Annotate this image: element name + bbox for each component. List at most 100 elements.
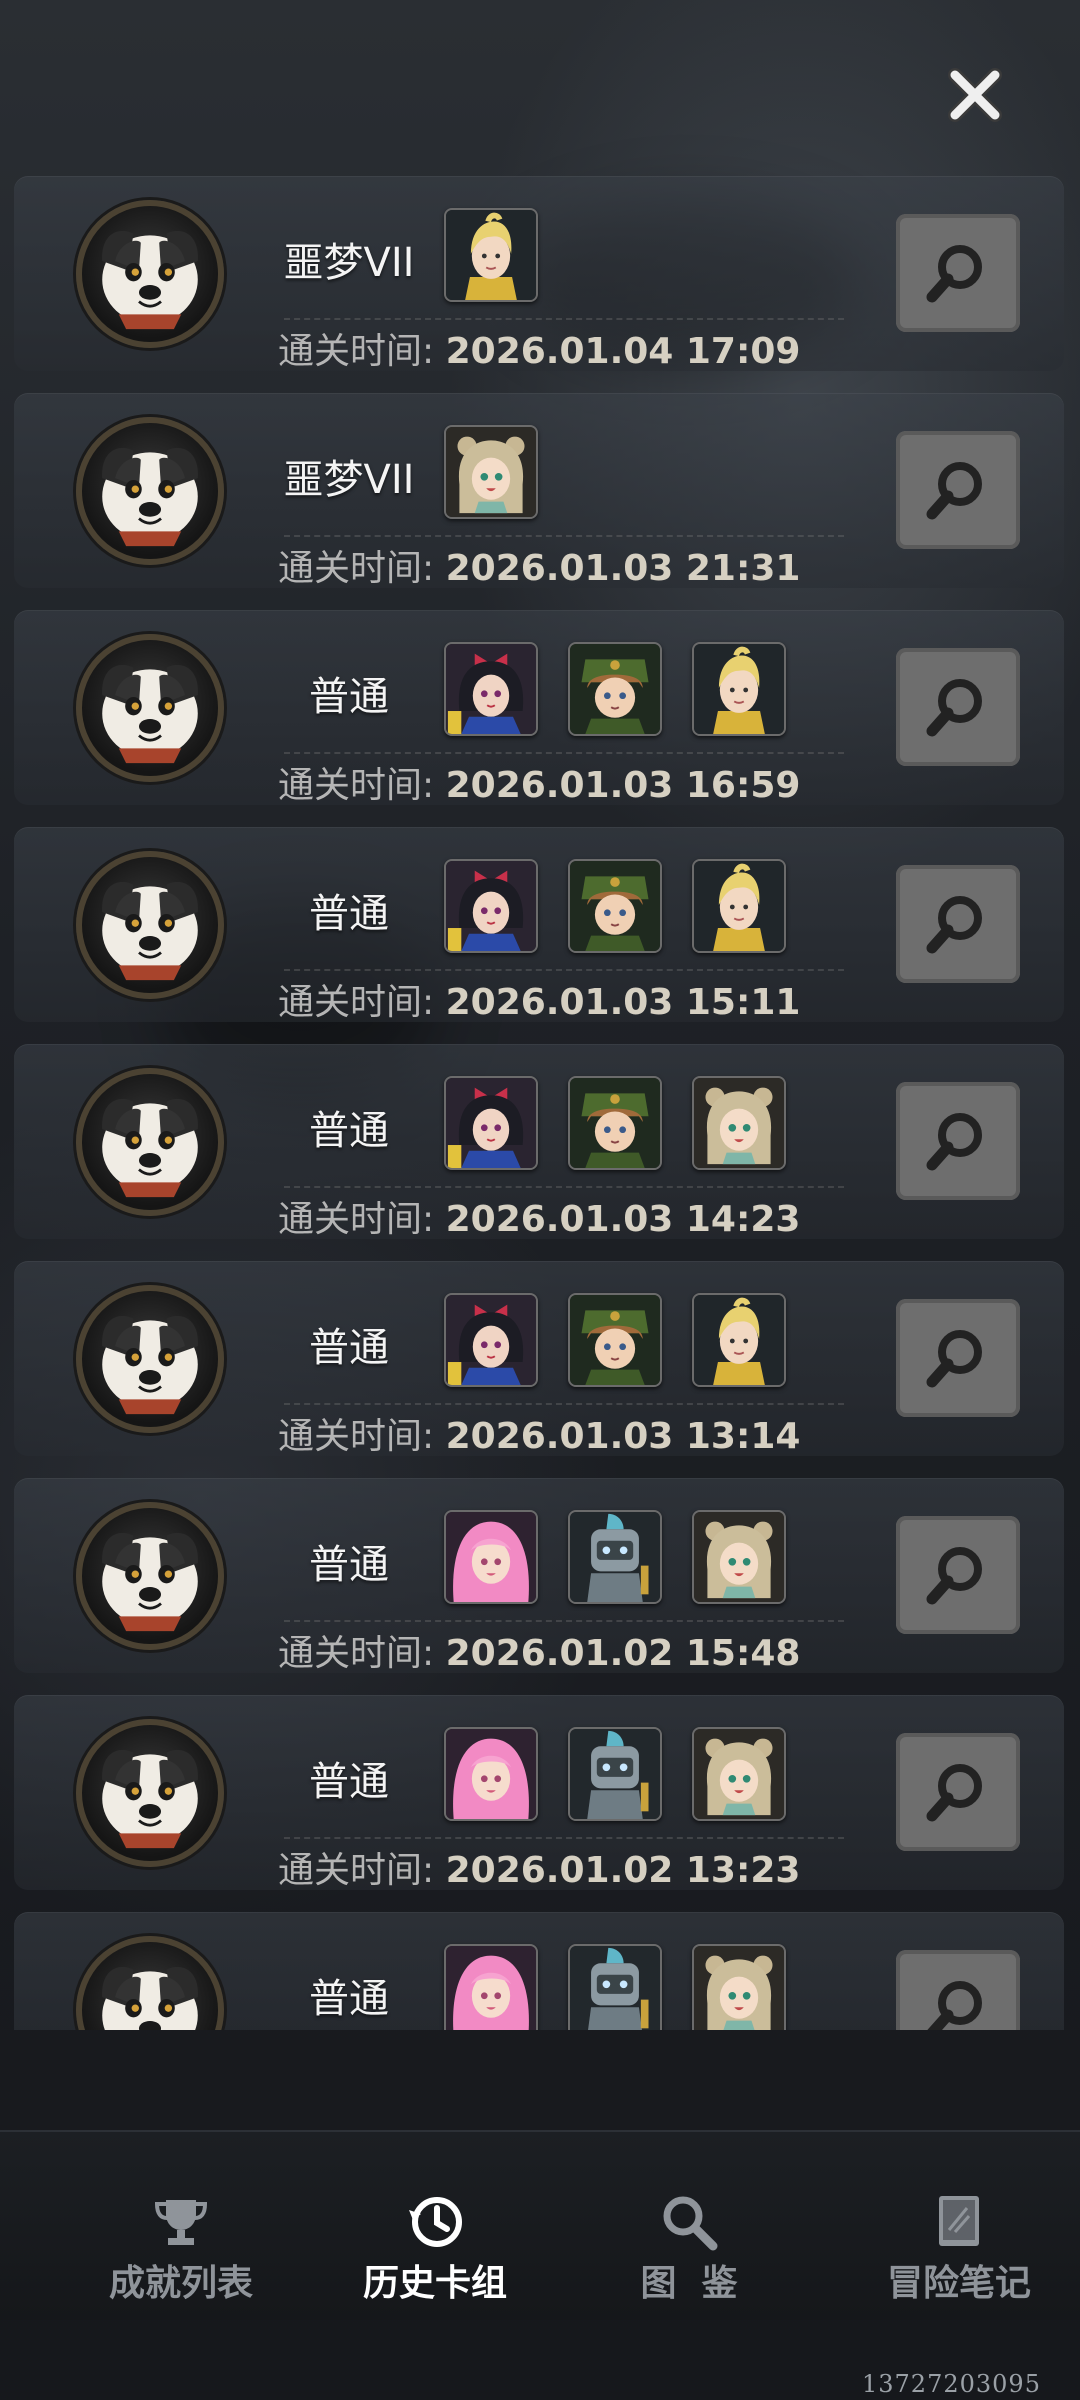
magnifier-icon	[926, 462, 982, 520]
nav-adventure-notes[interactable]: 冒险笔记	[844, 2192, 1074, 2312]
view-deck-button[interactable]	[896, 1733, 1020, 1851]
dog-avatar-art	[102, 1315, 198, 1415]
bow-girl-portrait	[446, 644, 536, 734]
player-avatar	[76, 1936, 224, 2030]
clear-time: 通关时间: 2026.01.03 16:59	[278, 756, 800, 808]
clear-time-value: 2026.01.03 21:31	[445, 548, 801, 589]
player-avatar	[76, 1285, 224, 1433]
clear-time-value: 2026.01.02 15:48	[445, 1633, 801, 1674]
magnifier-icon	[663, 2196, 718, 2251]
clear-time: 通关时间: 2026.01.03 15:11	[278, 973, 800, 1025]
character-card-bow-girl	[444, 1293, 538, 1387]
character-card-bear-girl	[692, 1727, 786, 1821]
character-card-robot-knight	[568, 1510, 662, 1604]
view-deck-button[interactable]	[896, 1516, 1020, 1634]
soldier-boy-portrait	[570, 1078, 660, 1168]
player-avatar	[76, 417, 224, 565]
magnifier-icon	[926, 679, 982, 737]
clear-time-value: 2026.01.03 16:59	[445, 765, 801, 806]
view-deck-button[interactable]	[896, 431, 1020, 549]
deck-cards	[444, 1076, 786, 1172]
character-card-pink-hair-girl	[444, 1727, 538, 1821]
character-card-robot-knight	[568, 1944, 662, 2030]
nav-achievements[interactable]: 成就列表	[66, 2192, 296, 2312]
blonde-prince-portrait	[694, 644, 784, 734]
clear-time: 通关时间: 2026.01.04 17:09	[278, 322, 800, 374]
player-avatar	[76, 634, 224, 782]
dog-avatar-art	[102, 1749, 198, 1849]
clear-time-value: 2026.01.04 17:09	[445, 331, 801, 372]
clear-time-label: 通关时间:	[278, 1416, 435, 1457]
deck-cards	[444, 1944, 786, 2030]
robot-knight-portrait	[570, 1512, 660, 1602]
clear-time-label: 通关时间:	[278, 1199, 435, 1240]
view-deck-button[interactable]	[896, 648, 1020, 766]
history-record-row: 普通 通关时间: 2026.01.03 16:59	[14, 610, 1064, 808]
bow-girl-portrait	[446, 1295, 536, 1385]
clear-time: 通关时间: 2026.01.03 13:14	[278, 1407, 800, 1459]
character-card-blonde-prince	[692, 1293, 786, 1387]
blonde-prince-portrait	[446, 210, 536, 300]
soldier-boy-portrait	[570, 861, 660, 951]
view-deck-button[interactable]	[896, 1950, 1020, 2030]
dog-avatar-art	[102, 1098, 198, 1198]
bear-girl-portrait	[694, 1946, 784, 2030]
character-card-soldier-boy	[568, 642, 662, 736]
player-avatar	[76, 1719, 224, 1867]
close-icon	[948, 68, 1002, 122]
bow-girl-portrait	[446, 1078, 536, 1168]
pink-hair-girl-portrait	[446, 1729, 536, 1819]
bear-girl-portrait	[446, 427, 536, 517]
magnifier-icon	[926, 1330, 982, 1388]
character-card-bear-girl	[692, 1510, 786, 1604]
player-avatar	[76, 1068, 224, 1216]
difficulty-label: 普通	[309, 1976, 389, 2022]
deck-cards	[444, 859, 786, 955]
row-divider	[284, 318, 844, 320]
bear-girl-portrait	[694, 1512, 784, 1602]
character-card-soldier-boy	[568, 1293, 662, 1387]
clear-time: 通关时间: 2026.01.02 15:48	[278, 1624, 800, 1676]
clear-time-label: 通关时间:	[278, 1850, 435, 1891]
clear-time-label: 通关时间:	[278, 331, 435, 372]
dog-avatar-art	[102, 1966, 198, 2030]
blonde-prince-portrait	[694, 1295, 784, 1385]
deck-cards	[444, 1727, 786, 1823]
robot-knight-portrait	[570, 1946, 660, 2030]
view-deck-button[interactable]	[896, 1299, 1020, 1417]
character-card-soldier-boy	[568, 1076, 662, 1170]
character-card-bear-girl	[692, 1944, 786, 2030]
clear-time-label: 通关时间:	[278, 548, 435, 589]
magnifier-icon	[927, 1981, 982, 2030]
view-deck-button[interactable]	[896, 214, 1020, 332]
nav-history-decks[interactable]: 历史卡组	[310, 2192, 560, 2312]
difficulty-label: 噩梦VII	[283, 240, 415, 286]
bottom-nav: 成就列表 历史卡组 图 鉴 冒险笔记	[0, 2130, 1080, 2320]
clear-time: 通关时间: 2026.01.03 21:31	[278, 539, 800, 591]
difficulty-label: 普通	[309, 1542, 389, 1588]
deck-cards	[444, 1293, 786, 1389]
history-record-row: 噩梦VII 通关时间: 2026.01.04 17:09	[14, 176, 1064, 374]
watermark-number: 13727203095	[862, 2370, 1041, 2398]
view-deck-button[interactable]	[896, 865, 1020, 983]
row-divider	[284, 1620, 844, 1622]
character-card-blonde-prince	[692, 859, 786, 953]
character-card-soldier-boy	[568, 859, 662, 953]
clear-time: 通关时间: 2026.01.03 14:23	[278, 1190, 800, 1242]
nav-history-decks-label: 历史卡组	[362, 2263, 507, 2304]
difficulty-label: 普通	[309, 1325, 389, 1371]
nav-codex[interactable]: 图 鉴	[574, 2192, 804, 2312]
history-icon	[409, 2197, 462, 2247]
clear-time-label: 通关时间:	[278, 765, 435, 806]
player-avatar	[76, 200, 224, 348]
clear-time-value: 2026.01.03 15:11	[445, 982, 801, 1023]
magnifier-icon	[926, 245, 982, 303]
robot-knight-portrait	[570, 1729, 660, 1819]
close-button[interactable]	[935, 55, 1015, 135]
history-list[interactable]: 噩梦VII 通关时间: 2026.01.04 17:09 噩梦VII 通关时间:…	[14, 176, 1064, 2030]
deck-cards	[444, 425, 538, 521]
bear-girl-portrait	[694, 1078, 784, 1168]
clear-time-label: 通关时间:	[278, 1633, 435, 1674]
deck-cards	[444, 1510, 786, 1606]
view-deck-button[interactable]	[896, 1082, 1020, 1200]
